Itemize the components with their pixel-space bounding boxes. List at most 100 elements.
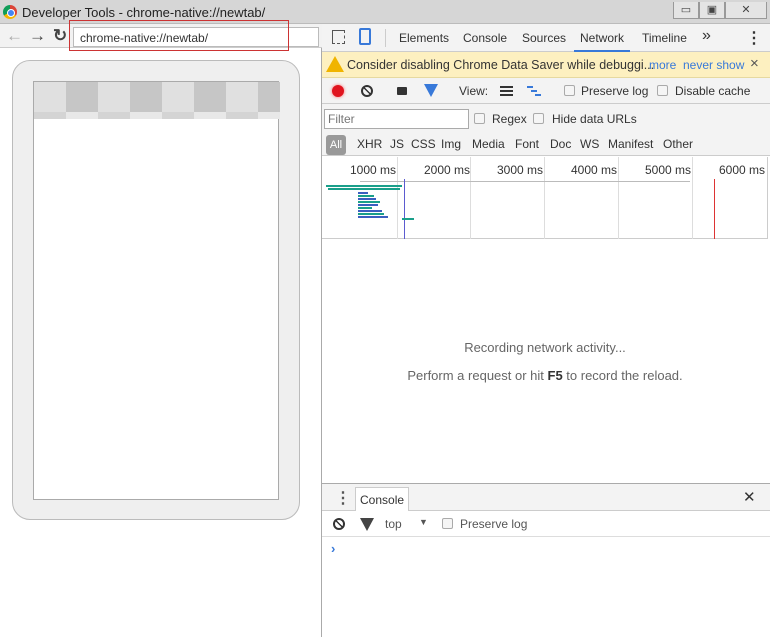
placeholder-tile [98,82,130,112]
console-drawer: ⋮ Console ✕ top ▼ Preserve log › [322,483,770,637]
view-label: View: [459,84,489,98]
timeline-tick: 6000 ms [719,163,766,177]
type-filter-manifest[interactable]: Manifest [608,137,653,151]
chevron-down-icon[interactable]: ▼ [419,517,428,527]
filter-input[interactable] [324,109,469,129]
address-bar: ← → ↻ chrome-native://newtab/ [0,20,322,51]
reload-hint: Perform a request or hit F5 to record th… [407,368,683,383]
filter-icon[interactable] [424,84,438,97]
restore-button[interactable]: ▣ [699,2,725,19]
console-prompt[interactable]: › [331,541,335,556]
type-filter-doc[interactable]: Doc [550,137,571,151]
tab-sources[interactable]: Sources [522,31,566,45]
warning-icon [326,56,344,72]
placeholder-tile [162,82,194,112]
type-filter-ws[interactable]: WS [580,137,599,151]
type-filter-media[interactable]: Media [472,137,505,151]
f5-key: F5 [547,368,563,383]
warning-text: Consider disabling Chrome Data Saver whi… [347,58,655,72]
devtools-menu-button[interactable]: ⋮ [746,28,762,48]
inspect-element-icon[interactable] [332,30,345,44]
device-screen[interactable] [33,81,280,500]
console-filter-icon[interactable] [360,518,374,531]
console-preserve-log-label: Preserve log [460,517,528,531]
placeholder-tile [194,82,226,112]
request-bar [358,204,378,206]
request-bar [358,195,374,197]
placeholder-tile [66,82,98,112]
back-button[interactable]: ← [6,26,23,46]
request-bar [402,218,414,220]
request-bar [358,207,372,209]
large-rows-icon[interactable] [500,86,513,96]
request-bar [326,185,402,187]
type-filter-img[interactable]: Img [441,137,461,151]
request-bar [328,188,400,190]
type-filter-xhr[interactable]: XHR [357,137,382,151]
request-bar [358,210,382,212]
timeline-tick: 2000 ms [424,163,471,177]
disable-cache-label: Disable cache [675,84,751,98]
device-preview-pane: ← → ↻ chrome-native://newtab/ [0,20,322,637]
dom-content-loaded-line [404,179,405,239]
type-filter-other[interactable]: Other [663,137,693,151]
window-title: Developer Tools - chrome-native://newtab… [22,5,266,20]
more-link[interactable]: more [649,58,676,72]
network-toolbar: View: Preserve log Disable cache [322,78,770,104]
device-toggle-icon[interactable] [359,28,371,45]
record-icon[interactable] [332,85,344,97]
more-tabs-button[interactable]: » [702,27,711,45]
devtools-pane: Elements Console Sources Network Timelin… [322,24,770,637]
close-window-button[interactable]: ✕ [725,2,767,19]
close-drawer-button[interactable]: ✕ [743,488,756,506]
request-bar [358,213,384,215]
console-preserve-log-checkbox[interactable] [442,518,453,529]
placeholder-strip [34,112,280,119]
type-filter-all[interactable]: All [326,135,346,155]
regex-label: Regex [492,112,527,126]
tab-elements[interactable]: Elements [399,31,449,45]
network-overview[interactable]: 1000 ms 2000 ms 3000 ms 4000 ms 5000 ms … [322,157,768,239]
type-filter-js[interactable]: JS [390,137,404,151]
drawer-menu-icon[interactable]: ⋮ [335,488,351,508]
recording-status: Recording network activity... [464,340,626,355]
close-warning-button[interactable]: × [750,55,759,72]
tab-console[interactable]: Console [463,31,507,45]
screenshot-capture-icon[interactable] [397,87,407,95]
preserve-log-checkbox[interactable] [564,85,575,96]
clear-console-icon[interactable] [333,518,345,530]
devtools-tab-bar: Elements Console Sources Network Timelin… [322,24,770,52]
request-bar [358,198,376,200]
timeline-tick: 5000 ms [645,163,692,177]
placeholder-tile [258,82,280,112]
console-toolbar: top ▼ Preserve log [322,511,770,537]
filter-bar: Regex Hide data URLs All XHR JS CSS Img … [322,104,770,156]
chrome-logo-icon [3,5,17,19]
reload-button[interactable]: ↻ [53,26,67,46]
load-line [714,179,715,239]
tab-network[interactable]: Network [574,31,631,52]
preserve-log-label: Preserve log [581,84,649,98]
data-saver-warning: Consider disabling Chrome Data Saver whi… [322,52,770,78]
request-bar [358,216,388,218]
type-filter-font[interactable]: Font [515,137,539,151]
never-show-link[interactable]: never show [683,58,744,72]
minimize-button[interactable]: ▭ [673,2,699,19]
timeline-tick: 3000 ms [497,163,544,177]
context-select[interactable]: top [385,517,402,531]
forward-button[interactable]: → [29,26,46,46]
timeline-tick: 1000 ms [350,163,397,177]
placeholder-tile [34,82,66,112]
hide-data-urls-checkbox[interactable] [533,113,544,124]
overview-icon[interactable] [527,86,541,96]
disable-cache-checkbox[interactable] [657,85,668,96]
regex-checkbox[interactable] [474,113,485,124]
timeline-tick: 4000 ms [571,163,618,177]
clear-icon[interactable] [361,85,373,97]
placeholder-tile [130,82,162,112]
drawer-tab-console[interactable]: Console [355,487,410,511]
tab-timeline[interactable]: Timeline [642,31,687,45]
drawer-header: ⋮ Console ✕ [322,484,770,511]
highlight-box [69,20,289,51]
type-filter-css[interactable]: CSS [411,137,436,151]
